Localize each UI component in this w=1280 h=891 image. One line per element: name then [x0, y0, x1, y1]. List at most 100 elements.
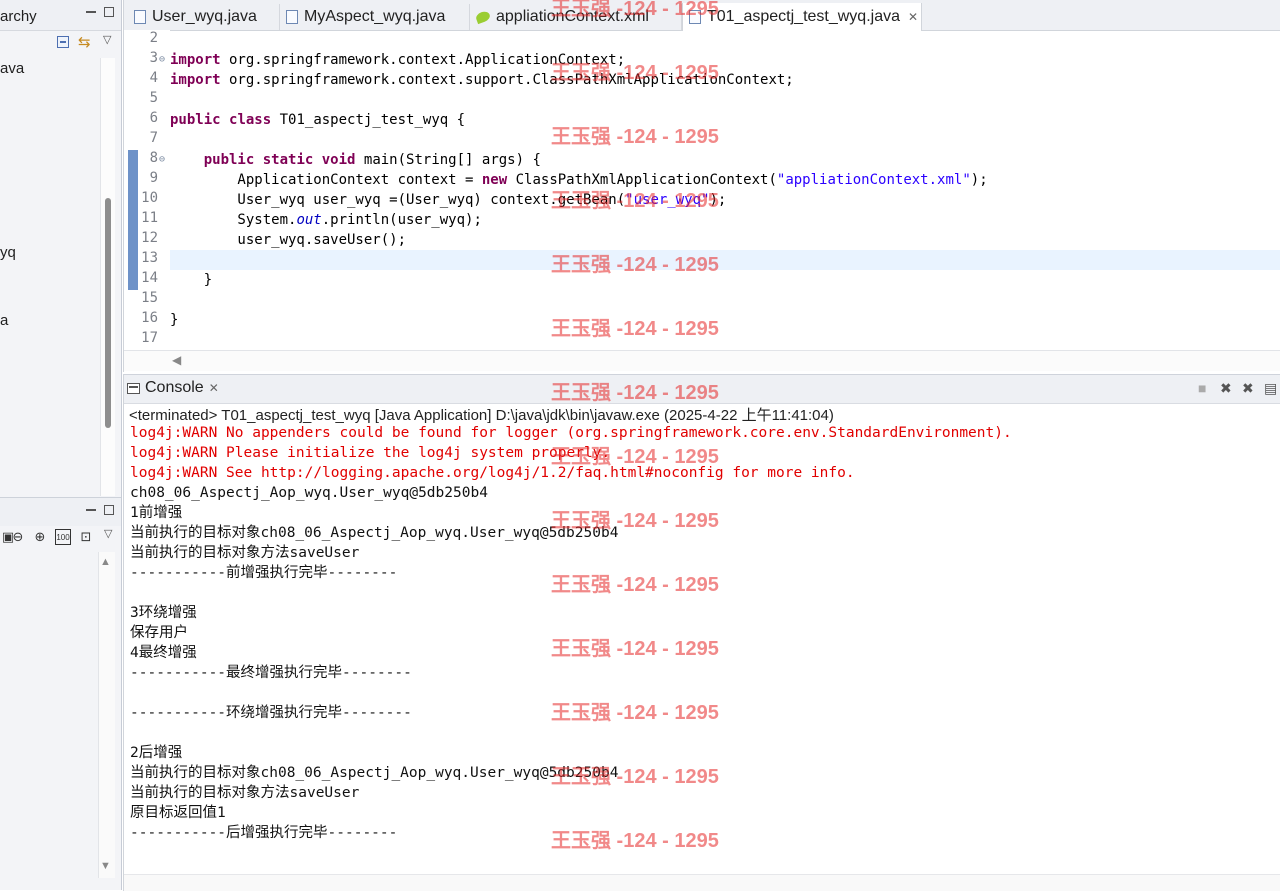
maximize-icon[interactable] — [104, 505, 114, 515]
xml-file-icon — [474, 9, 492, 25]
view-menu-icon[interactable]: ▽ — [103, 33, 111, 46]
fit-icon[interactable]: ⊡ — [78, 529, 94, 545]
console-line: ch08_06_Aspectj_Aop_wyq.User_wyq@5db250b… — [130, 485, 488, 501]
left-panel-title[interactable]: archy — [0, 8, 37, 25]
remove-launch-icon[interactable]: ✖ — [1220, 380, 1232, 397]
code-line: } — [170, 272, 213, 288]
code-line: import org.springframework.context.Appli… — [170, 52, 626, 68]
tree-item[interactable]: ava — [0, 60, 24, 77]
minimize-icon[interactable] — [86, 505, 96, 515]
line-number: 2 — [149, 30, 158, 46]
console-tab-label: Console — [145, 379, 204, 396]
java-file-icon — [689, 10, 701, 24]
console-line: 原目标返回值1 — [130, 805, 226, 821]
fold-icon[interactable]: ⊖ — [159, 154, 165, 165]
line-number: 15 — [141, 290, 158, 306]
scroll-up-icon[interactable]: ▲ — [100, 556, 111, 568]
code-line: user_wyq.saveUser(); — [170, 232, 407, 248]
code-line: System.out.println(user_wyq); — [170, 212, 482, 228]
console-line: log4j:WARN Please initialize the log4j s… — [130, 445, 611, 461]
line-number: 14 — [141, 270, 158, 286]
tree-item[interactable]: a — [0, 312, 8, 329]
console-view: Console ✕ ■ ✖ ✖ ▤ <terminated> T01_aspec… — [123, 374, 1280, 891]
code-line: User_wyq user_wyq =(User_wyq) context.ge… — [170, 192, 727, 208]
remove-all-terminated-icon[interactable]: ✖ — [1242, 380, 1254, 397]
outline-scrollbar[interactable] — [98, 552, 115, 878]
code-line: } — [170, 312, 179, 328]
close-icon[interactable]: ✕ — [209, 381, 219, 395]
editor-tabbar: User_wyq.java MyAspect_wyq.java appliati… — [124, 0, 1280, 31]
line-number: 5 — [149, 90, 158, 106]
maximize-icon[interactable] — [104, 7, 114, 17]
fold-icon[interactable]: ⊖ — [159, 54, 165, 65]
console-line: 当前执行的目标对象ch08_06_Aspectj_Aop_wyq.User_wy… — [130, 525, 619, 541]
console-line: 4最终增强 — [130, 645, 197, 661]
tab-label: MyAspect_wyq.java — [304, 8, 446, 25]
console-horizontal-scrollbar[interactable] — [124, 874, 1280, 891]
console-line: -----------最终增强执行完毕-------- — [130, 665, 412, 681]
line-number: 16 — [141, 310, 158, 326]
line-number: 9 — [149, 170, 158, 186]
code-line: public static void main(String[] args) { — [203, 152, 541, 168]
code-editor: User_wyq.java MyAspect_wyq.java appliati… — [123, 0, 1280, 372]
code-line: public class T01_aspectj_test_wyq { — [170, 112, 466, 128]
line-number: 3 — [149, 50, 158, 66]
line-number: 11 — [141, 210, 158, 226]
tab-appliationcontext-xml[interactable]: appliationContext.xml — [470, 4, 682, 30]
console-line: 3环绕增强 — [130, 605, 197, 621]
console-line: 当前执行的目标对象ch08_06_Aspectj_Aop_wyq.User_wy… — [130, 765, 619, 781]
close-icon[interactable]: ✕ — [908, 10, 918, 24]
console-line: -----------后增强执行完毕-------- — [130, 825, 398, 841]
left-panel-scrollbar[interactable] — [100, 58, 115, 496]
zoom-out-icon[interactable]: ⊖ — [10, 529, 26, 545]
tab-label: User_wyq.java — [152, 8, 257, 25]
terminate-icon[interactable]: ■ — [1198, 380, 1206, 396]
console-line: 当前执行的目标对象方法saveUser — [130, 785, 360, 801]
console-icon — [127, 382, 140, 394]
console-toolbar-icon[interactable]: ▤ — [1264, 380, 1277, 397]
console-line: 2后增强 — [130, 745, 183, 761]
change-marker — [128, 150, 138, 290]
code-area[interactable]: 2 3 ⊖ import org.springframework.context.Ap… — [124, 30, 1280, 349]
console-line: 当前执行的目标对象方法saveUser — [130, 545, 360, 561]
line-number: 10 — [141, 190, 158, 206]
line-number: 12 — [141, 230, 158, 246]
console-output[interactable]: log4j:WARN No appenders could be found f… — [130, 423, 1280, 843]
line-number: 8 — [149, 150, 158, 166]
tab-console[interactable]: Console ✕ — [127, 379, 219, 397]
tree-item[interactable]: yq — [0, 244, 16, 261]
scroll-down-icon[interactable]: ▼ — [100, 860, 111, 872]
code-line: import org.springframework.context.suppo… — [170, 72, 794, 88]
left-panel: archy ⇆ ▽ ava yq a ▣ ⊖ ⊕ 100 ⊡ ▽ ▲ ▼ — [0, 0, 122, 890]
console-tabbar: Console ✕ ■ ✖ ✖ ▤ — [124, 375, 1280, 404]
line-number: 7 — [149, 130, 158, 146]
console-line: -----------前增强执行完毕-------- — [130, 565, 398, 581]
view-menu-icon[interactable]: ▽ — [104, 527, 112, 540]
scroll-left-icon[interactable]: ◀ — [172, 353, 181, 367]
console-line: log4j:WARN No appenders could be found f… — [130, 425, 1012, 441]
collapse-all-icon[interactable] — [57, 36, 69, 48]
console-line: 1前增强 — [130, 505, 183, 521]
scrollbar-thumb[interactable] — [105, 198, 111, 428]
link-editor-icon[interactable]: ⇆ — [78, 33, 91, 51]
console-line: log4j:WARN See http://logging.apache.org… — [130, 465, 855, 481]
console-line: -----------环绕增强执行完毕-------- — [130, 705, 412, 721]
zoom-in-icon[interactable]: ⊕ — [32, 529, 48, 545]
editor-horizontal-scrollbar[interactable]: ◀ — [124, 350, 1280, 371]
line-number: 6 — [149, 110, 158, 126]
console-process-status: <terminated> T01_aspectj_test_wyq [Java … — [129, 407, 834, 424]
line-number: 4 — [149, 70, 158, 86]
console-line: 保存用户 — [130, 625, 188, 641]
line-number: 17 — [141, 330, 158, 346]
java-file-icon — [286, 10, 298, 24]
outline-panel-header — [0, 497, 121, 526]
tab-t01-aspectj-test-wyq-java[interactable]: T01_aspectj_test_wyq.java ✕ — [682, 3, 922, 31]
code-line: ApplicationContext context = new ClassPa… — [170, 172, 988, 188]
line-number: 13 — [141, 250, 158, 266]
tab-myaspect-wyq-java[interactable]: MyAspect_wyq.java — [280, 4, 470, 30]
zoom-100-icon[interactable]: 100 — [55, 529, 71, 545]
tab-user-wyq-java[interactable]: User_wyq.java — [128, 4, 280, 30]
minimize-icon[interactable] — [86, 7, 96, 17]
